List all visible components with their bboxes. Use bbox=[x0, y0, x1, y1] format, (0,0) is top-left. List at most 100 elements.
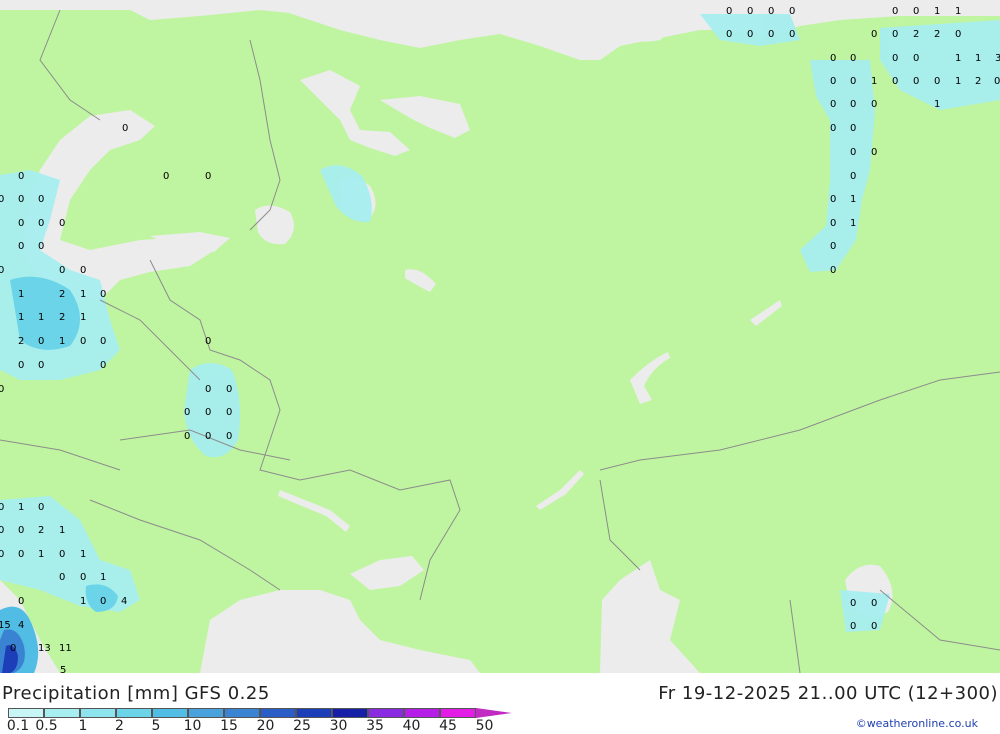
precip-value: 1 bbox=[850, 218, 856, 229]
legend-swatch bbox=[152, 708, 188, 718]
legend-swatch bbox=[116, 708, 152, 718]
legend-label: 45 bbox=[439, 718, 457, 734]
precip-value: 0 bbox=[726, 29, 732, 40]
legend-swatch bbox=[188, 708, 224, 718]
precip-value: 0 bbox=[850, 598, 856, 609]
precip-value: 0 bbox=[892, 29, 898, 40]
valid-time: Fr 19-12-2025 21..00 UTC (12+300) bbox=[658, 683, 998, 704]
precip-value: 0 bbox=[830, 194, 836, 205]
legend-swatch bbox=[368, 708, 404, 718]
precip-value: 0 bbox=[955, 29, 961, 40]
legend-label: 20 bbox=[256, 718, 275, 734]
precip-value: 0 bbox=[892, 76, 898, 87]
precip-value: 0 bbox=[850, 621, 856, 632]
precip-value: 0 bbox=[10, 643, 16, 654]
legend-label: 0.1 bbox=[6, 718, 30, 734]
precip-value: 0 bbox=[871, 29, 877, 40]
precip-value: 0 bbox=[850, 171, 856, 182]
precip-value: 0 bbox=[871, 99, 877, 110]
precip-value: 0 bbox=[934, 76, 940, 87]
precip-value: 1 bbox=[18, 312, 24, 323]
precip-value: 0 bbox=[205, 384, 211, 395]
precip-value: 0 bbox=[184, 407, 190, 418]
precip-value: 0 bbox=[830, 76, 836, 87]
precip-value: 0 bbox=[38, 194, 44, 205]
precip-value: 0 bbox=[0, 525, 4, 536]
precip-value: 1 bbox=[38, 549, 44, 560]
color-scale-legend bbox=[8, 708, 512, 718]
precip-value: 0 bbox=[0, 502, 4, 513]
precip-value: 0 bbox=[18, 171, 24, 182]
precip-value: 0 bbox=[789, 6, 795, 17]
precip-value: 0 bbox=[38, 241, 44, 252]
legend-swatch bbox=[80, 708, 116, 718]
precip-value: 11 bbox=[59, 643, 72, 654]
precip-value: 0 bbox=[100, 596, 106, 607]
precip-value: 0 bbox=[850, 99, 856, 110]
legend-label: 35 bbox=[366, 718, 384, 734]
precip-value: 0 bbox=[830, 99, 836, 110]
legend-arrow bbox=[476, 708, 512, 718]
precip-value: 0 bbox=[0, 194, 4, 205]
legend-swatch bbox=[332, 708, 368, 718]
precip-value: 0 bbox=[789, 29, 795, 40]
precip-value: 1 bbox=[80, 289, 86, 300]
precip-value: 2 bbox=[913, 29, 919, 40]
legend-label: 10 bbox=[183, 718, 202, 734]
precip-value: 4 bbox=[121, 596, 127, 607]
precip-value: 0 bbox=[18, 360, 24, 371]
legend-label: 30 bbox=[329, 718, 348, 734]
precip-value: 0 bbox=[100, 336, 106, 347]
legend-label: 25 bbox=[293, 718, 311, 734]
legend-swatch bbox=[224, 708, 260, 718]
precip-value: 0 bbox=[205, 407, 211, 418]
precip-value: 0 bbox=[205, 431, 211, 442]
precip-value: 1 bbox=[59, 336, 65, 347]
precip-value: 1 bbox=[100, 572, 106, 583]
copyright-link[interactable]: ©weatheronline.co.uk bbox=[856, 717, 978, 730]
precip-value: 0 bbox=[59, 572, 65, 583]
precip-value: 0 bbox=[18, 596, 24, 607]
precip-value: 0 bbox=[0, 265, 4, 276]
precip-value: 4 bbox=[18, 620, 24, 631]
precip-value: 0 bbox=[38, 218, 44, 229]
precip-value: 2 bbox=[59, 312, 65, 323]
precip-value: 0 bbox=[122, 123, 128, 134]
legend-swatch bbox=[296, 708, 332, 718]
precip-value: 0 bbox=[38, 360, 44, 371]
precip-value: 1 bbox=[934, 99, 940, 110]
precip-value: 0 bbox=[18, 525, 24, 536]
precip-value: 5 bbox=[60, 665, 66, 673]
precip-value: 0 bbox=[80, 336, 86, 347]
precip-value: 0 bbox=[59, 218, 65, 229]
precip-value: 1 bbox=[59, 525, 65, 536]
precip-value: 2 bbox=[59, 289, 65, 300]
precip-value: 0 bbox=[226, 407, 232, 418]
precip-value: 0 bbox=[59, 265, 65, 276]
precip-value: 1 bbox=[80, 312, 86, 323]
precip-value: 0 bbox=[18, 194, 24, 205]
precip-value: 0 bbox=[830, 265, 836, 276]
precip-value: 0 bbox=[913, 6, 919, 17]
precip-value: 0 bbox=[850, 147, 856, 158]
precip-value: 0 bbox=[726, 6, 732, 17]
legend-swatch bbox=[260, 708, 296, 718]
legend-label: 5 bbox=[151, 718, 161, 734]
precip-value: 0 bbox=[38, 502, 44, 513]
precip-value: 1 bbox=[18, 502, 24, 513]
precip-value: 1 bbox=[975, 53, 981, 64]
precip-value: 0 bbox=[163, 171, 169, 182]
precip-value: 0 bbox=[205, 171, 211, 182]
legend-label: 2 bbox=[115, 718, 124, 734]
precip-value: 0 bbox=[18, 241, 24, 252]
legend-label: 50 bbox=[475, 718, 494, 734]
precip-value: 0 bbox=[850, 76, 856, 87]
precip-value: 2 bbox=[38, 525, 44, 536]
precip-value: 0 bbox=[38, 336, 44, 347]
precip-value: 0 bbox=[830, 218, 836, 229]
precip-value: 0 bbox=[184, 431, 190, 442]
map-title: Precipitation [mm] GFS 0.25 bbox=[2, 683, 270, 704]
precip-value: 0 bbox=[892, 6, 898, 17]
precip-value: 15 bbox=[0, 620, 11, 631]
precip-value: 1 bbox=[850, 194, 856, 205]
